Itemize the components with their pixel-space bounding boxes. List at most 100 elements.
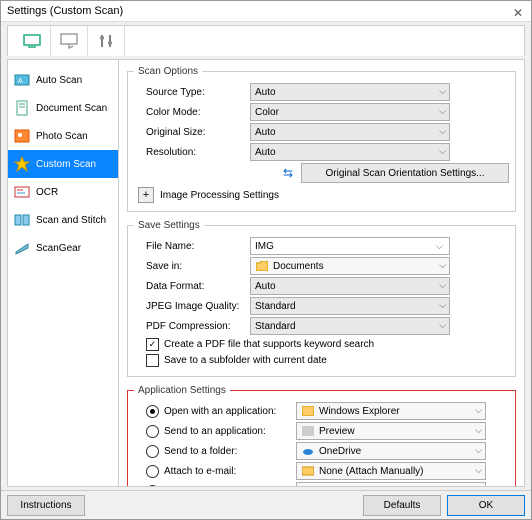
file-name-label: File Name:: [134, 241, 250, 252]
file-name-input[interactable]: IMG: [250, 237, 450, 255]
application-settings-legend: Application Settings: [134, 385, 230, 396]
folder-icon: [255, 260, 269, 272]
bottom-bar: Instructions Defaults OK: [1, 490, 531, 519]
source-type-label: Source Type:: [134, 87, 250, 98]
original-size-select[interactable]: Auto⌵: [250, 123, 450, 141]
color-mode-select[interactable]: Color⌵: [250, 103, 450, 121]
send-folder-label: Send to a folder:: [164, 446, 237, 457]
ok-button[interactable]: OK: [447, 495, 525, 516]
sidebar: A Auto Scan Document Scan Photo Scan Cus…: [8, 60, 119, 486]
save-in-select[interactable]: Documents⌵: [250, 257, 450, 275]
stitch-icon: [14, 212, 30, 228]
sidebar-item-document-scan[interactable]: Document Scan: [8, 94, 118, 122]
attach-email-radio[interactable]: [146, 465, 159, 478]
chevron-down-icon: ⌵: [475, 445, 482, 456]
top-tab-strip: [7, 25, 525, 56]
chevron-down-icon: ⌵: [475, 425, 482, 436]
source-type-select[interactable]: Auto⌵: [250, 83, 450, 101]
explorer-icon: [301, 405, 315, 417]
photo-scan-icon: [14, 128, 30, 144]
open-with-radio[interactable]: [146, 405, 159, 418]
open-with-label: Open with an application:: [164, 406, 276, 417]
settings-window: Settings (Custom Scan) ✕ A Auto Scan: [0, 0, 532, 520]
data-format-label: Data Format:: [134, 281, 250, 292]
chevron-down-icon: ⌵: [439, 146, 446, 157]
data-format-select[interactable]: Auto⌵: [250, 277, 450, 295]
attach-email-label: Attach to e-mail:: [164, 466, 236, 477]
chevron-down-icon: ⌵: [439, 320, 446, 331]
keyword-search-checkbox[interactable]: ✓: [146, 338, 159, 351]
text-icon: [301, 485, 315, 486]
titlebar: Settings (Custom Scan) ✕: [1, 1, 531, 22]
resolution-label: Resolution:: [134, 147, 250, 158]
chevron-down-icon: ⌵: [439, 126, 446, 137]
sync-arrows-icon[interactable]: ⇆: [283, 166, 293, 180]
sidebar-item-scangear[interactable]: ScanGear: [8, 234, 118, 262]
color-mode-label: Color Mode:: [134, 107, 250, 118]
chevron-down-icon[interactable]: ⌵: [436, 241, 443, 252]
save-in-label: Save in:: [134, 261, 250, 272]
window-title: Settings (Custom Scan): [7, 5, 123, 17]
attach-email-select[interactable]: None (Attach Manually)⌵: [296, 462, 486, 480]
sidebar-label: ScanGear: [36, 243, 81, 254]
document-scan-icon: [14, 100, 30, 116]
main-split: A Auto Scan Document Scan Photo Scan Cus…: [7, 59, 525, 487]
chevron-down-icon: ⌵: [439, 280, 446, 291]
jpeg-quality-label: JPEG Image Quality:: [134, 301, 250, 312]
sidebar-label: Auto Scan: [36, 75, 82, 86]
sidebar-label: Custom Scan: [36, 159, 96, 170]
send-app-select[interactable]: Preview⌵: [296, 422, 486, 440]
send-app-label: Send to an application:: [164, 426, 266, 437]
send-folder-select[interactable]: OneDrive⌵: [296, 442, 486, 460]
content-panel: Scan Options Source Type: Auto⌵ Color Mo…: [119, 60, 524, 486]
ocr-icon: [14, 184, 30, 200]
svg-text:A: A: [18, 78, 23, 85]
close-icon[interactable]: ✕: [513, 3, 523, 23]
chevron-down-icon: ⌵: [439, 300, 446, 311]
jpeg-quality-select[interactable]: Standard⌵: [250, 297, 450, 315]
chevron-down-icon: ⌵: [475, 465, 482, 476]
pdf-compression-select[interactable]: Standard⌵: [250, 317, 450, 335]
application-settings-group: Application Settings Open with an applic…: [127, 385, 516, 486]
subfolder-checkbox[interactable]: [146, 354, 159, 367]
send-app-radio[interactable]: [146, 425, 159, 438]
image-processing-label: Image Processing Settings: [160, 190, 279, 201]
sidebar-label: OCR: [36, 187, 58, 198]
chevron-down-icon: ⌵: [475, 405, 482, 416]
scan-options-group: Scan Options Source Type: Auto⌵ Color Mo…: [127, 66, 516, 212]
start-ocr-select[interactable]: Output to Text⌵: [296, 482, 486, 486]
sidebar-item-scan-and-stitch[interactable]: Scan and Stitch: [8, 206, 118, 234]
expand-image-processing-button[interactable]: +: [138, 187, 154, 203]
keyword-search-label: Create a PDF file that supports keyword …: [164, 339, 374, 350]
save-settings-legend: Save Settings: [134, 220, 204, 231]
orientation-settings-button[interactable]: Original Scan Orientation Settings...: [301, 163, 509, 183]
chevron-down-icon: ⌵: [475, 485, 482, 486]
start-ocr-radio[interactable]: [146, 485, 159, 487]
subfolder-label: Save to a subfolder with current date: [164, 355, 327, 366]
custom-scan-icon: [14, 156, 30, 172]
tab-scan-from-operation-panel[interactable]: [51, 26, 88, 56]
chevron-down-icon: ⌵: [439, 260, 446, 271]
sidebar-item-custom-scan[interactable]: Custom Scan: [8, 150, 118, 178]
instructions-button[interactable]: Instructions: [7, 495, 85, 516]
send-folder-radio[interactable]: [146, 445, 159, 458]
mail-icon: [301, 465, 315, 477]
sidebar-item-auto-scan[interactable]: A Auto Scan: [8, 66, 118, 94]
tab-general-settings[interactable]: [88, 26, 125, 56]
defaults-button[interactable]: Defaults: [363, 495, 441, 516]
sidebar-item-photo-scan[interactable]: Photo Scan: [8, 122, 118, 150]
chevron-down-icon: ⌵: [439, 86, 446, 97]
scan-options-legend: Scan Options: [134, 66, 202, 77]
sidebar-label: Scan and Stitch: [36, 215, 106, 226]
resolution-select[interactable]: Auto⌵: [250, 143, 450, 161]
tab-scan-from-computer[interactable]: [14, 26, 51, 56]
start-ocr-label: Start OCR:: [164, 486, 213, 487]
save-settings-group: Save Settings File Name: IMG ⌵ Save in: …: [127, 220, 516, 377]
open-with-select[interactable]: Windows Explorer⌵: [296, 402, 486, 420]
scangear-icon: [14, 240, 30, 256]
chevron-down-icon: ⌵: [439, 106, 446, 117]
original-size-label: Original Size:: [134, 127, 250, 138]
sidebar-label: Document Scan: [36, 103, 107, 114]
sidebar-item-ocr[interactable]: OCR: [8, 178, 118, 206]
body-area: A Auto Scan Document Scan Photo Scan Cus…: [1, 21, 531, 491]
